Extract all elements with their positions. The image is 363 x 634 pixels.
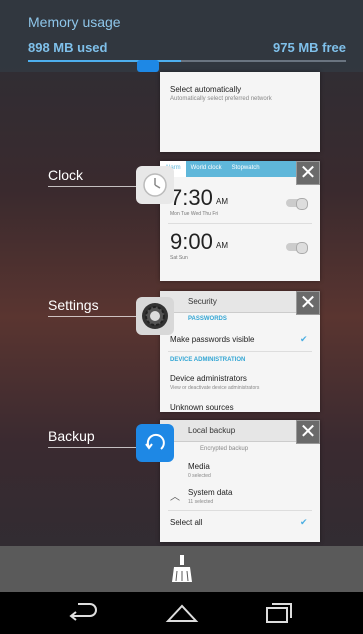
clock-tab-world: World clock (190, 165, 222, 171)
alarm-time: 7:30 (170, 185, 213, 210)
chevron-up-icon[interactable]: ︿ (170, 488, 180, 503)
network-row-subtitle: Automatically select preferred network (170, 96, 272, 102)
gear-icon[interactable] (136, 297, 174, 335)
memory-free-label: 975 MB free (273, 40, 346, 55)
row-device-administrators: Device administrators (170, 374, 247, 383)
divider (168, 223, 312, 224)
row-select-all: Select all (170, 518, 203, 527)
broom-icon[interactable] (171, 555, 193, 583)
back-icon[interactable] (64, 602, 98, 624)
row-system-data-sub: 11 selected (188, 499, 214, 505)
close-backup-button[interactable]: ✕ (296, 420, 320, 444)
alarm-time: 9:00 (170, 229, 213, 254)
alarm-ampm: AM (216, 197, 228, 206)
divider (168, 510, 312, 511)
row-unknown-sources: Unknown sources (170, 403, 234, 412)
alarm-toggle (286, 198, 308, 210)
recent-card-network[interactable]: Select automatically Automatically selec… (160, 72, 320, 152)
recent-label-backup: Backup (48, 428, 95, 444)
section-device-admin: DEVICE ADMINISTRATION (170, 357, 246, 363)
alarm-toggle (286, 242, 308, 254)
alarm-ampm: AM (216, 241, 228, 250)
row-system-data: System data (188, 488, 233, 497)
recent-label-settings: Settings (48, 297, 99, 313)
partial-app-icon (137, 60, 159, 72)
settings-header-title: Security (188, 297, 217, 306)
clear-all-bar (0, 546, 363, 592)
alarm-days: Mon Tue Wed Thu Fri (170, 211, 219, 217)
home-icon[interactable] (164, 602, 200, 624)
backup-header-title: Local backup (188, 426, 236, 435)
encrypted-backup-label: Encrypted backup (200, 446, 249, 452)
recent-label-clock: Clock (48, 167, 84, 183)
close-clock-button[interactable]: ✕ (296, 161, 320, 185)
navigation-bar (0, 592, 363, 634)
clock-icon[interactable] (136, 166, 174, 204)
recents-icon[interactable] (264, 600, 294, 626)
memory-used-label: 898 MB used (28, 40, 108, 55)
row-device-administrators-sub: View or deactivate device administrators (170, 385, 260, 391)
memory-usage-title: Memory usage (28, 14, 121, 30)
section-passwords: PASSWORDS (188, 316, 227, 322)
close-settings-button[interactable]: ✕ (296, 291, 320, 315)
backup-icon[interactable] (136, 424, 174, 462)
network-row-title: Select automatically (170, 85, 242, 94)
checkbox-checked-icon: ✔ (300, 517, 308, 527)
label-underline (48, 186, 138, 187)
checkbox-checked-icon: ✔ (300, 334, 308, 344)
alarm-days: Sat Sun (170, 255, 188, 261)
clock-tab-stopwatch: Stopwatch (231, 165, 260, 171)
divider (168, 351, 312, 352)
label-underline (48, 316, 136, 317)
memory-usage-panel: Memory usage 898 MB used 975 MB free (0, 0, 363, 72)
row-media: Media (188, 462, 210, 471)
label-underline (48, 447, 136, 448)
row-make-passwords-visible: Make passwords visible (170, 335, 255, 344)
row-media-sub: 0 selected (188, 473, 211, 479)
